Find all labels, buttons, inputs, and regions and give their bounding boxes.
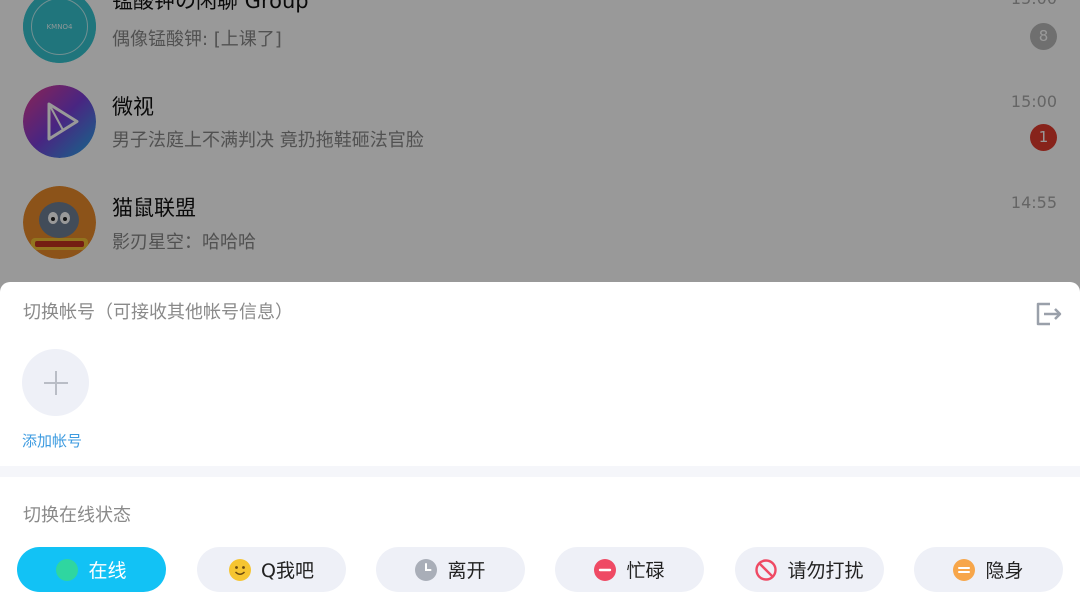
smiley-icon (229, 558, 252, 581)
switch-account-title: 切换帐号（可接收其他帐号信息） (23, 302, 293, 323)
online-dot-icon (56, 558, 79, 581)
logout-icon[interactable] (1032, 298, 1064, 330)
status-label: Q我吧 (261, 560, 314, 582)
status-title: 切换在线状态 (23, 505, 131, 526)
status-label: 隐身 (985, 560, 1024, 582)
status-label: 在线 (88, 560, 127, 582)
busy-minus-icon (594, 558, 617, 581)
status-invisible-button[interactable]: 隐身 (914, 547, 1063, 592)
add-account-label: 添加帐号 (22, 432, 83, 450)
status-options: 在线 Q我吧 离开 忙碌 请勿打扰 隐身 (0, 547, 1080, 593)
status-label: 离开 (447, 560, 486, 582)
status-busy-button[interactable]: 忙碌 (555, 547, 704, 592)
section-divider (0, 466, 1080, 477)
do-not-disturb-icon (755, 558, 778, 581)
invisible-icon (953, 558, 976, 581)
status-label: 忙碌 (626, 560, 665, 582)
plus-icon (22, 349, 89, 416)
status-q-me-button[interactable]: Q我吧 (197, 547, 346, 592)
status-away-button[interactable]: 离开 (376, 547, 525, 592)
account-status-sheet: 切换帐号（可接收其他帐号信息） 添加帐号 切换在线状态 在线 Q我吧 离开 忙碌… (0, 282, 1080, 608)
clock-icon (415, 558, 438, 581)
status-online-button[interactable]: 在线 (17, 547, 166, 592)
status-do-not-disturb-button[interactable]: 请勿打扰 (735, 547, 884, 592)
add-account-button[interactable]: 添加帐号 (22, 349, 92, 451)
status-label: 请勿打扰 (787, 560, 864, 582)
